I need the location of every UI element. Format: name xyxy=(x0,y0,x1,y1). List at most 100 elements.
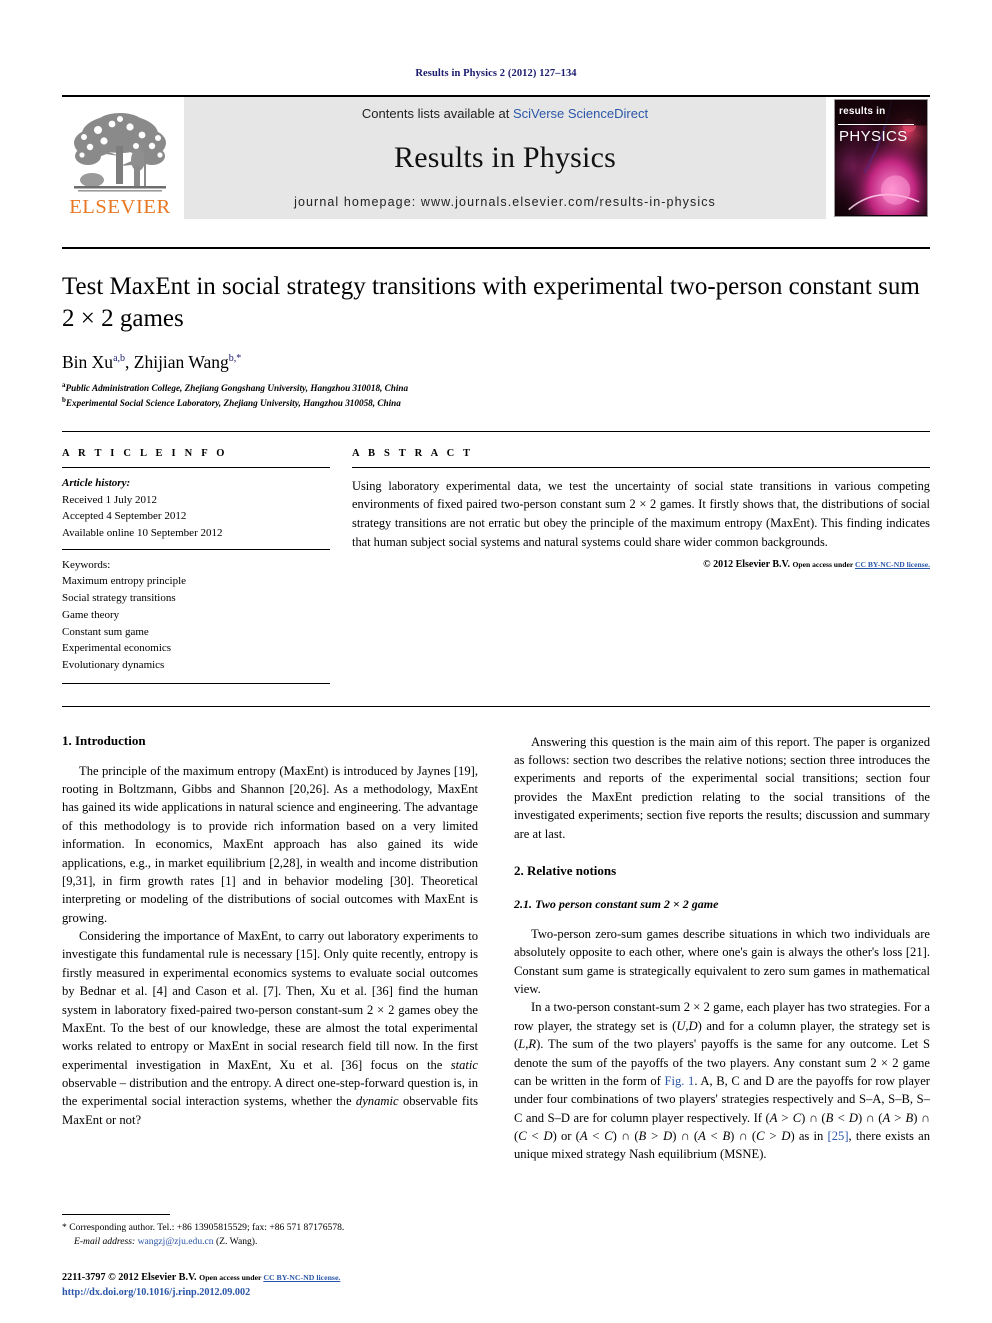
journal-band: Contents lists available at SciVerse Sci… xyxy=(184,97,826,219)
issn-license-link[interactable]: CC BY-NC-ND license. xyxy=(263,1273,340,1282)
keywords-block: Keywords: Maximum entropy principle Soci… xyxy=(62,550,330,683)
p5-j: ) ∩ ( xyxy=(672,1129,699,1144)
figure-1-link[interactable]: Fig. 1 xyxy=(664,1074,694,1088)
copyright-main: © 2012 Elsevier B.V. xyxy=(703,559,793,571)
elsevier-wordmark: ELSEVIER xyxy=(69,195,171,218)
p5-cond-1: A > C xyxy=(769,1110,802,1125)
subsection-2-1-heading: 2.1. Two person constant sum 2 × 2 game xyxy=(514,896,719,911)
email-note: E-mail address: wangzj@zju.edu.cn (Z. Wa… xyxy=(62,1235,478,1249)
footnote-divider xyxy=(62,1214,170,1216)
history-available: Available online 10 September 2012 xyxy=(62,526,223,539)
running-header: Results in Physics 2 (2012) 127–134 xyxy=(415,68,577,79)
author-separator: , xyxy=(125,352,134,372)
contents-lists-line: Contents lists available at SciVerse Sci… xyxy=(362,106,648,121)
p5-cond-2: B < D xyxy=(825,1110,858,1125)
page-title: Test MaxEnt in social strategy transitio… xyxy=(62,273,920,332)
para2-italic-dynamic: dynamic xyxy=(355,1094,399,1109)
journal-title: Results in Physics xyxy=(394,141,616,174)
abstract-text: Using laboratory experimental data, we t… xyxy=(352,478,930,549)
affiliation-b: bExperimental Social Science Laboratory,… xyxy=(62,395,930,410)
corresponding-marker: * xyxy=(62,1222,67,1234)
body-columns: 1. Introduction The principle of the max… xyxy=(62,733,930,1164)
copyright-license-link[interactable]: CC BY-NC-ND license. xyxy=(855,560,930,569)
p5-l: ) as in xyxy=(790,1129,828,1144)
keyword-item: Social strategy transitions xyxy=(62,592,176,605)
affiliation-list: aPublic Administration College, Zhejiang… xyxy=(62,380,930,411)
sciencedirect-link[interactable]: SciVerse ScienceDirect xyxy=(513,106,648,121)
p5-cond-7: A < B xyxy=(698,1129,731,1144)
paragraph-intro-1: The principle of the maximum entropy (Ma… xyxy=(62,763,478,925)
journal-homepage-link[interactable]: journal homepage: www.journals.elsevier.… xyxy=(294,195,716,209)
email-link[interactable]: wangzj@zju.edu.cn xyxy=(138,1236,214,1247)
p5-cond-6: B > D xyxy=(638,1129,673,1144)
author-1-affil-marker: a,b xyxy=(113,353,126,365)
cover-top-label: results in xyxy=(839,106,886,117)
author-list: Bin Xua,b, Zhijian Wangb,* xyxy=(62,352,930,373)
body-divider xyxy=(62,705,930,707)
author-2-name: Zhijian Wang xyxy=(133,352,229,372)
title-divider xyxy=(62,247,930,249)
paragraph-intro-2: Considering the importance of MaxEnt, to… xyxy=(62,927,478,1129)
article-info-heading: A R T I C L E I N F O xyxy=(62,447,228,459)
journal-cover-art: results in PHYSICS xyxy=(834,99,928,217)
paper-page: Results in Physics 2 (2012) 127–134 ELSE… xyxy=(0,0,992,1323)
cover-main-label: PHYSICS xyxy=(839,128,908,145)
p5-cond-5: A < C xyxy=(579,1129,613,1144)
body-column-right: Answering this question is the main aim … xyxy=(514,733,930,1164)
elsevier-logo: ELSEVIER xyxy=(62,97,178,219)
paragraph-zero-sum: Two-person zero-sum games describe situa… xyxy=(514,926,930,997)
corresponding-author-note: * Corresponding author. Tel.: +86 139058… xyxy=(62,1221,478,1235)
history-received: Received 1 July 2012 xyxy=(62,493,158,506)
doi-link[interactable]: http://dx.doi.org/10.1016/j.rinp.2012.09… xyxy=(62,1286,478,1301)
column-gap xyxy=(330,448,352,684)
body-column-gap xyxy=(478,733,514,1164)
email-label: E-mail address: xyxy=(74,1236,136,1248)
p5-f: ) ∩ ( xyxy=(857,1110,883,1125)
issn-open-access: Open access under xyxy=(199,1273,264,1283)
p5-h: ) or ( xyxy=(552,1129,580,1144)
p5-e: ) ∩ ( xyxy=(801,1110,826,1125)
corresponding-text: Corresponding author. Tel.: +86 13905815… xyxy=(69,1222,345,1234)
info-abstract-region: A R T I C L E I N F O Article history: R… xyxy=(62,448,930,684)
elsevier-tree-icon xyxy=(74,112,166,192)
keyword-item: Game theory xyxy=(62,608,120,621)
copyright-open-access: Open access under xyxy=(792,560,855,570)
keyword-item: Experimental economics xyxy=(62,642,172,655)
p5-i: ) ∩ ( xyxy=(612,1129,639,1144)
affiliation-a: aPublic Administration College, Zhejiang… xyxy=(62,380,930,395)
p5-strategy-row: U,D xyxy=(676,1018,698,1033)
keyword-item: Evolutionary dynamics xyxy=(62,659,165,671)
history-accepted: Accepted 4 September 2012 xyxy=(62,510,187,523)
reference-25-link[interactable]: [25] xyxy=(828,1129,849,1143)
paragraph-constant-sum: In a two-person constant-sum 2 × 2 game,… xyxy=(514,998,930,1163)
email-suffix: (Z. Wang). xyxy=(213,1236,258,1248)
para2-part-a: Considering the importance of MaxEnt, to… xyxy=(62,929,478,1072)
article-history-block: Article history: Received 1 July 2012 Ac… xyxy=(62,468,330,542)
contents-prefix: Contents lists available at xyxy=(361,106,513,121)
section-2-heading: 2. Relative notions xyxy=(514,862,617,878)
abstract-copyright: © 2012 Elsevier B.V. Open access under C… xyxy=(352,559,930,570)
affiliation-a-text: Public Administration College, Zhejiang … xyxy=(65,383,409,394)
p5-cond-8: C > D xyxy=(756,1129,791,1144)
section-1-heading: 1. Introduction xyxy=(62,732,146,748)
keywords-rule-bottom xyxy=(62,682,330,684)
journal-cover: results in PHYSICS xyxy=(834,97,930,219)
issn-line: 2211-3797 © 2012 Elsevier B.V. Open acce… xyxy=(62,1271,478,1286)
body-column-left: 1. Introduction The principle of the max… xyxy=(62,733,478,1164)
affiliation-b-text: Experimental Social Science Laboratory, … xyxy=(65,398,401,409)
paragraph-aim: Answering this question is the main aim … xyxy=(514,734,930,841)
keywords-label: Keywords: xyxy=(62,558,111,571)
cover-artwork-icon xyxy=(835,100,927,216)
abstract-heading: A B S T R A C T xyxy=(352,447,474,459)
footnote-area: * Corresponding author. Tel.: +86 139058… xyxy=(62,1214,478,1301)
issn-prefix: 2211-3797 © 2012 Elsevier B.V. xyxy=(62,1272,200,1284)
p5-strategy-col: L,R xyxy=(518,1037,537,1052)
p5-cond-3: A > B xyxy=(882,1110,914,1125)
cover-divider xyxy=(838,124,914,125)
info-section-divider xyxy=(62,430,930,432)
issn-copyright-block: 2211-3797 © 2012 Elsevier B.V. Open acce… xyxy=(62,1271,478,1301)
p5-k: ) ∩ ( xyxy=(730,1129,757,1144)
keyword-item: Constant sum game xyxy=(62,625,149,638)
keyword-item: Maximum entropy principle xyxy=(62,575,187,588)
